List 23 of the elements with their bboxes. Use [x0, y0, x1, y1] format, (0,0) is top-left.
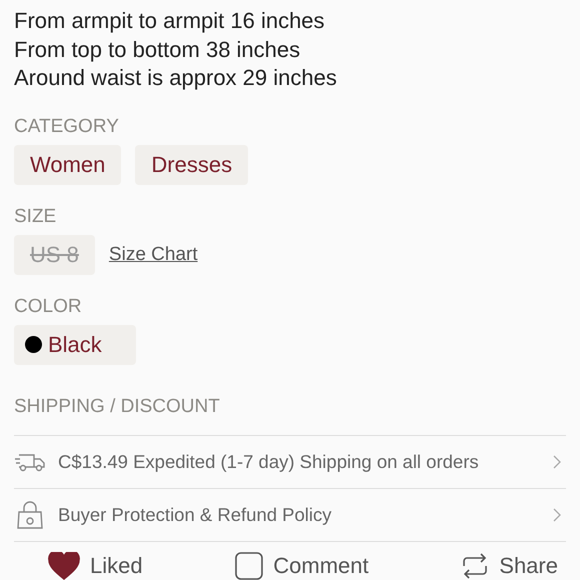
category-chip[interactable]: Dresses	[135, 144, 248, 184]
policy-row[interactable]: Buyer Protection & Refund Policy	[14, 488, 566, 542]
repeat-icon	[461, 552, 490, 580]
policy-text: Buyer Protection & Refund Policy	[58, 504, 333, 526]
section-heading: CATEGORY	[14, 114, 120, 138]
square-icon	[235, 552, 264, 580]
category-chip[interactable]: Women	[14, 144, 122, 184]
like-button[interactable]: Liked	[48, 552, 143, 580]
description-line: From armpit to armpit 16 inches	[14, 7, 326, 35]
section-heading: SHIPPING / DISCOUNT	[14, 396, 220, 416]
section-heading: COLOR	[14, 294, 83, 318]
chevron-right-icon	[552, 454, 562, 468]
heart-icon	[48, 552, 80, 580]
description-line: From top to bottom 38 inches	[14, 36, 302, 64]
section-heading: SIZE	[14, 204, 58, 228]
color-chip[interactable]: Black	[14, 324, 136, 364]
policy-text: C$13.49 Expedited (1-7 day) Shipping on all orders	[58, 450, 480, 472]
policy-row[interactable]: C$13.49 Expedited (1-7 day) Shipping on all orders	[14, 436, 566, 488]
comment-button[interactable]: Comment	[235, 552, 369, 580]
size-chart-link[interactable]: Size Chart	[108, 244, 198, 266]
share-button[interactable]: Share	[461, 552, 558, 580]
chevron-right-icon	[552, 508, 562, 522]
description-line: Around waist is approx 29 inches	[14, 64, 338, 92]
